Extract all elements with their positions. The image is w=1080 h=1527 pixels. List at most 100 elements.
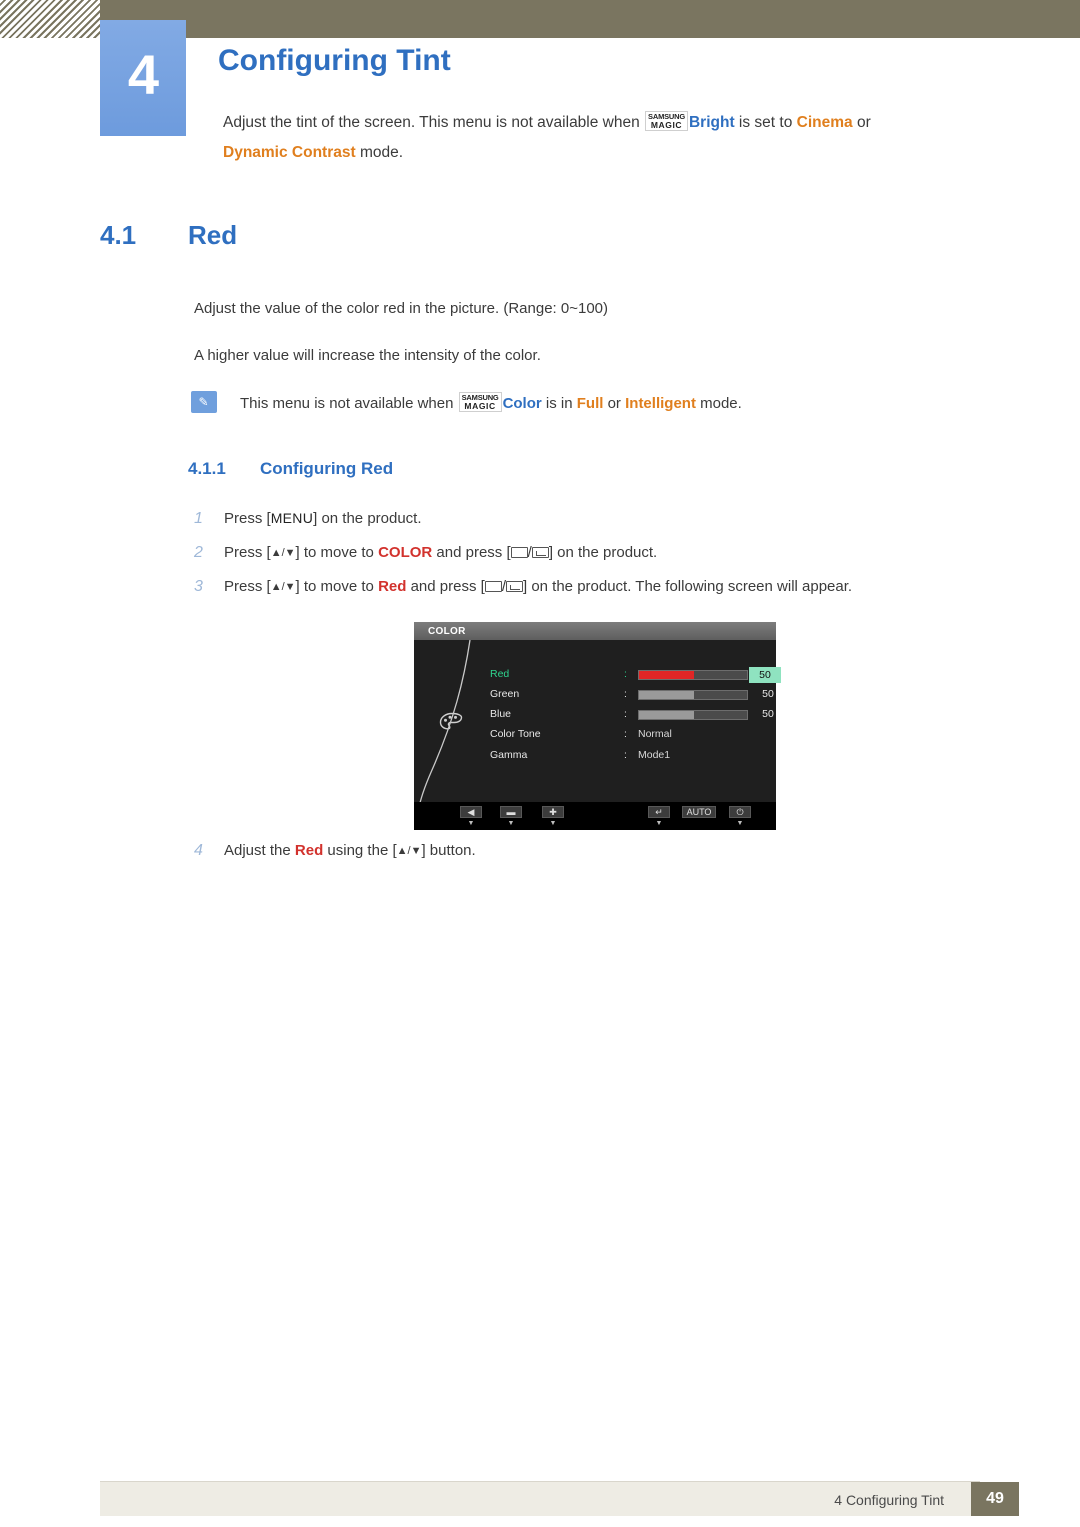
osd-left-button-caret: ▼	[467, 820, 475, 827]
note-mid: is in	[541, 395, 577, 412]
osd-row-red-bar[interactable]	[638, 670, 748, 680]
up-down-arrow-icon-4: ▲/▼	[396, 845, 422, 857]
osd-row-blue[interactable]: Blue : 50	[490, 706, 774, 724]
osd-minus-button[interactable]: ▬	[500, 806, 522, 818]
osd-row-green-value: 50	[762, 688, 774, 700]
note-intelligent: Intelligent	[625, 395, 696, 412]
osd-row-gamma-label: Gamma	[490, 749, 528, 761]
subsection-title: Configuring Red	[260, 459, 394, 478]
osd-row-green-bar-fill	[639, 691, 694, 699]
chapter-desc-bright: Bright	[688, 114, 735, 131]
osd-row-green-colon: :	[624, 688, 627, 700]
osd-row-gamma-value: Mode1	[638, 749, 671, 761]
step-number-4: 4	[194, 842, 203, 859]
osd-row-color-tone-colon: :	[624, 728, 627, 740]
step-text-2: Press [▲/▼] to move to COLOR and press […	[224, 544, 657, 561]
osd-power-button[interactable]: ⏻	[729, 806, 751, 818]
note-pre: This menu is not available when	[240, 395, 458, 412]
step3-mid2: and press [	[406, 578, 485, 595]
osd-row-red-label: Red	[490, 668, 510, 680]
note-end: mode.	[695, 395, 742, 412]
magic-logo-bottom: MAGIC	[650, 120, 683, 130]
osd-left-button[interactable]: ◀	[460, 806, 482, 818]
chapter-desc-or: or	[852, 114, 871, 131]
step4-pre: Adjust the	[224, 842, 295, 859]
step-number-2: 2	[194, 544, 203, 561]
chapter-desc-end: mode.	[355, 144, 404, 161]
note-icon-glyph: ✎	[198, 395, 209, 409]
osd-row-green[interactable]: Green : 50	[490, 686, 774, 704]
step3-pre: Press [	[224, 578, 271, 595]
step4-mid1: using the [	[323, 842, 397, 859]
footer-text: 4 Configuring Tint	[834, 1492, 944, 1508]
step-text-1: Press [MENU] on the product.	[224, 510, 422, 527]
step-text-3: Press [▲/▼] to move to Red and press [/]…	[224, 578, 852, 595]
step1-post: ] on the product.	[313, 510, 422, 527]
subsection-number: 4.1.1	[188, 459, 226, 478]
osd-title: COLOR	[414, 622, 776, 640]
osd-row-color-tone-value: Normal	[638, 728, 672, 740]
osd-screenshot: COLOR Red : 50 Green : 50 Blue: 50 Colo…	[414, 622, 781, 830]
osd-plus-button[interactable]: ✚	[542, 806, 564, 818]
samsung-magic-logo: SAMSUNG MAGIC	[645, 111, 688, 131]
osd-decorative-curve	[417, 639, 471, 813]
chapter-desc-dynamic-contrast: Dynamic Contrast	[223, 144, 356, 161]
note-or: or	[603, 395, 626, 412]
step2-pre: Press [	[224, 544, 271, 561]
note-full: Full	[576, 395, 604, 412]
step1-pre: Press [	[224, 510, 271, 527]
page-number: 49	[971, 1482, 1019, 1516]
source-button-icon-2	[510, 547, 528, 558]
step2-mid2: and press [	[432, 544, 511, 561]
step-number-3: 3	[194, 578, 203, 595]
chapter-title: Configuring Tint	[218, 44, 451, 77]
osd-row-color-tone-label: Color Tone	[490, 728, 541, 740]
section-number: 4.1	[100, 220, 137, 250]
step2-target-color: COLOR	[378, 544, 433, 561]
chapter-desc-cinema: Cinema	[796, 114, 853, 131]
step-number-1: 1	[194, 510, 203, 527]
osd-row-red-colon: :	[624, 668, 627, 680]
step-text-4: Adjust the Red using the [▲/▼] button.	[224, 842, 476, 859]
osd-plus-button-caret: ▼	[549, 820, 557, 827]
osd-row-blue-label: Blue	[490, 708, 512, 720]
note-color-word: Color	[502, 395, 542, 412]
osd-row-red[interactable]: Red : 50	[490, 666, 781, 684]
step2-post: ] on the product.	[548, 544, 658, 561]
osd-row-color-tone[interactable]: Color Tone : Normal	[490, 726, 770, 744]
samsung-magic-logo-note: SAMSUNG MAGIC	[458, 392, 502, 412]
osd-row-green-bar[interactable]	[638, 690, 748, 700]
step4-target-red: Red	[294, 842, 324, 859]
step3-mid1: ] to move to	[295, 578, 379, 595]
osd-row-gamma-colon: :	[624, 749, 627, 761]
chapter-desc-pre: Adjust the tint of the screen. This menu…	[223, 114, 645, 131]
chapter-number-badge: 4	[100, 20, 186, 136]
header-hatch-decoration	[0, 0, 100, 38]
osd-row-blue-colon: :	[624, 708, 627, 720]
note-text: This menu is not available when SAMSUNG M…	[240, 392, 742, 412]
chapter-desc-mid: is set to	[734, 114, 797, 131]
osd-minus-button-caret: ▼	[507, 820, 515, 827]
osd-row-red-value-highlight: 50	[749, 667, 781, 683]
osd-row-red-value: 50	[759, 669, 771, 681]
osd-row-blue-bar[interactable]	[638, 710, 748, 720]
osd-power-button-caret: ▼	[736, 820, 744, 827]
enter-button-icon-2	[531, 547, 549, 558]
osd-auto-button[interactable]: AUTO	[682, 806, 716, 818]
osd-enter-button[interactable]: ↵	[648, 806, 670, 818]
up-down-arrow-icon-3: ▲/▼	[270, 581, 296, 593]
section-title: Red	[188, 220, 238, 250]
step3-post: ] on the product. The following screen w…	[522, 578, 853, 595]
osd-row-gamma[interactable]: Gamma : Mode1	[490, 747, 770, 765]
up-down-arrow-icon-2: ▲/▼	[270, 547, 296, 559]
step4-post: ] button.	[421, 842, 476, 859]
step3-target-red: Red	[378, 578, 407, 595]
osd-row-blue-value: 50	[762, 708, 774, 720]
source-button-icon-3	[484, 581, 502, 592]
note-icon: ✎	[191, 391, 217, 413]
osd-row-blue-bar-fill	[639, 711, 694, 719]
header-bar	[100, 0, 1080, 38]
osd-enter-button-caret: ▼	[655, 820, 663, 827]
section-paragraph-2: A higher value will increase the intensi…	[194, 347, 541, 364]
osd-row-red-bar-fill	[639, 671, 694, 679]
